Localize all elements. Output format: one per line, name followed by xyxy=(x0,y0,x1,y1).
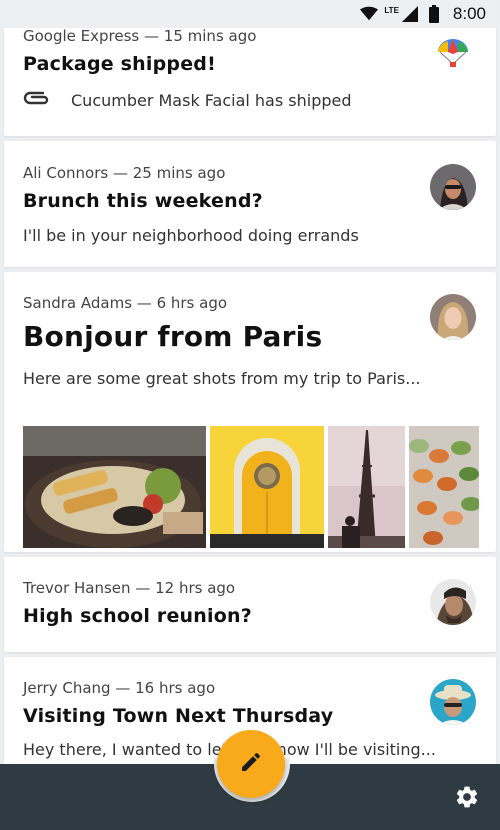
pencil-icon xyxy=(239,750,263,778)
email-preview: Cucumber Mask Facial has shipped xyxy=(71,91,352,110)
attachment-row: Cucumber Mask Facial has shipped xyxy=(23,90,352,112)
sender-name: Trevor Hansen xyxy=(23,579,131,597)
food-plate-photo[interactable] xyxy=(23,426,206,548)
eiffel-tower-photo[interactable] xyxy=(328,426,405,548)
wifi-icon xyxy=(360,6,379,22)
lte-label: LTE xyxy=(384,5,399,15)
meta-separator: — xyxy=(108,164,133,182)
avatar-ali-connors[interactable] xyxy=(430,164,476,210)
email-preview: I'll be in your neighborhood doing erran… xyxy=(23,226,359,245)
avatar-sandra-adams[interactable] xyxy=(430,294,476,340)
avatar-trevor-hansen[interactable] xyxy=(430,579,476,625)
meta-separator: — xyxy=(110,679,136,697)
email-subject: Visiting Town Next Thursday xyxy=(23,705,334,727)
parachute-icon xyxy=(430,32,476,78)
time-ago: 25 mins ago xyxy=(132,164,226,182)
email-meta: Google Express — 15 mins ago xyxy=(23,26,256,46)
time-ago: 15 mins ago xyxy=(163,27,257,45)
photo-strip xyxy=(23,426,479,548)
email-meta: Sandra Adams — 6 hrs ago xyxy=(23,293,227,313)
sender-name: Ali Connors xyxy=(23,164,109,182)
email-subject: Brunch this weekend? xyxy=(23,190,263,212)
meta-separator: — xyxy=(132,294,157,312)
email-meta: Trevor Hansen — 12 hrs ago xyxy=(23,578,235,598)
time-ago: 6 hrs ago xyxy=(156,294,228,312)
sender-name: Sandra Adams xyxy=(23,294,133,312)
email-subject: Bonjour from Paris xyxy=(23,320,323,353)
meta-separator: — xyxy=(130,579,156,597)
email-card[interactable]: Trevor Hansen — 12 hrs ago High school r… xyxy=(4,557,496,652)
macarons-photo[interactable] xyxy=(409,426,479,548)
gear-icon xyxy=(454,784,480,814)
battery-icon xyxy=(425,5,443,23)
sender-name: Google Express xyxy=(23,27,140,45)
status-time: 8:00 xyxy=(452,4,486,23)
time-ago: 12 hrs ago xyxy=(155,579,236,597)
meta-separator: — xyxy=(139,27,164,45)
paperclip-icon xyxy=(23,90,51,112)
status-bar: LTE 8:00 xyxy=(0,0,500,28)
email-meta: Jerry Chang — 16 hrs ago xyxy=(23,678,215,698)
email-preview: Here are some great shots from my trip t… xyxy=(23,369,421,388)
email-subject: Package shipped! xyxy=(23,53,216,75)
time-ago: 16 hrs ago xyxy=(135,679,216,697)
email-card[interactable]: Ali Connors — 25 mins ago Brunch this we… xyxy=(4,141,496,267)
sender-name: Jerry Chang xyxy=(23,679,111,697)
email-card[interactable]: Sandra Adams — 6 hrs ago Bonjour from Pa… xyxy=(4,272,496,552)
cell-signal-icon xyxy=(401,6,419,22)
yellow-door-photo[interactable] xyxy=(210,426,324,548)
compose-button[interactable] xyxy=(217,730,285,798)
settings-button[interactable] xyxy=(450,782,484,816)
email-subject: High school reunion? xyxy=(23,605,252,627)
avatar-jerry-chang[interactable] xyxy=(430,679,476,725)
email-meta: Ali Connors — 25 mins ago xyxy=(23,163,225,183)
